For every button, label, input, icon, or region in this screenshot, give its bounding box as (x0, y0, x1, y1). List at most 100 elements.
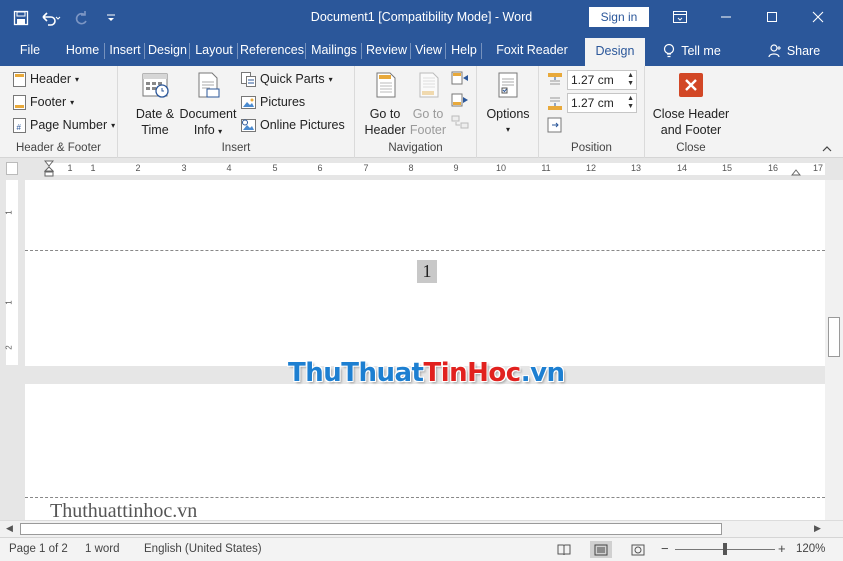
horizontal-scrollbar[interactable]: ◀ ▶ (0, 520, 843, 537)
tab-design[interactable]: Design (145, 36, 190, 66)
vertical-scroll-thumb[interactable] (828, 317, 840, 357)
go-to-footer-button[interactable]: Go to Footer (406, 70, 450, 138)
zoom-level[interactable]: 120% (796, 543, 825, 555)
ruler-number: 7 (363, 163, 369, 173)
sign-in-button[interactable]: Sign in (589, 7, 649, 27)
go-to-header-button[interactable]: Go to Header (363, 70, 407, 138)
vertical-ruler[interactable]: 1 1 2 (4, 180, 18, 365)
tab-review[interactable]: Review (362, 36, 411, 66)
language-indicator[interactable]: English (United States) (144, 543, 262, 555)
zoom-in-icon[interactable]: + (778, 541, 786, 556)
online-pictures-button[interactable]: Online Pictures (241, 115, 345, 135)
footer-button[interactable]: Footer ▾ (13, 92, 74, 112)
read-mode-icon[interactable] (553, 541, 575, 558)
scroll-left-icon[interactable]: ◀ (6, 523, 13, 534)
customize-qat-icon[interactable] (98, 6, 124, 30)
horizontal-ruler[interactable]: 1 1 2 3 4 5 6 7 8 9 10 11 12 13 14 15 16… (0, 158, 843, 180)
footer-from-bottom-input[interactable]: 1.27 cm ▲ ▼ (567, 93, 637, 113)
document-page-1[interactable]: 1 (25, 180, 825, 366)
document-info-icon (198, 72, 220, 98)
close-x-icon (679, 73, 703, 97)
undo-icon[interactable] (38, 6, 64, 30)
tab-references[interactable]: References (238, 36, 306, 66)
left-indent-marker-icon[interactable] (43, 160, 55, 181)
next-section-icon[interactable] (451, 92, 469, 111)
group-label-header-footer: Header & Footer (15, 142, 101, 154)
ruler-number: 2 (135, 163, 141, 173)
options-button[interactable]: Options ▾ (483, 70, 533, 138)
ruler-number: 11 (541, 163, 551, 173)
footer-icon (13, 94, 26, 110)
header-button[interactable]: Header ▾ (13, 69, 79, 89)
page-number-icon: # (13, 117, 26, 133)
tab-view[interactable]: View (411, 36, 446, 66)
options-icon (498, 72, 518, 98)
page-count[interactable]: Page 1 of 2 (9, 543, 68, 555)
calendar-icon (142, 73, 169, 98)
group-label-close: Close (676, 142, 706, 154)
ruler-number: 13 (630, 163, 641, 173)
tab-help[interactable]: Help (446, 36, 482, 66)
tab-header-footer-design[interactable]: Design (585, 38, 645, 66)
svg-text:#: # (17, 123, 22, 132)
ribbon-tab-bar: File Home Insert Design Layout Reference… (0, 36, 843, 85)
status-bar: Page 1 of 2 1 word English (United State… (0, 537, 843, 561)
quick-parts-button[interactable]: Quick Parts ▾ (241, 69, 333, 89)
group-label-navigation: Navigation (388, 142, 443, 154)
tab-selector-icon[interactable] (6, 162, 18, 175)
ruler-number: 5 (272, 163, 278, 173)
redo-icon[interactable] (68, 6, 94, 30)
share-label: Share (786, 44, 821, 58)
page-number-button[interactable]: # Page Number ▾ (13, 115, 115, 135)
close-header-footer-button[interactable]: Close Header and Footer (651, 70, 731, 138)
ruler-number: 10 (495, 163, 506, 173)
zoom-out-icon[interactable]: − (661, 541, 669, 556)
tab-layout[interactable]: Layout (190, 36, 238, 66)
tab-file[interactable]: File (10, 36, 50, 66)
word-count[interactable]: 1 word (85, 543, 120, 555)
web-layout-icon[interactable] (627, 541, 649, 558)
ruler-number: 16 (767, 163, 778, 173)
maximize-icon[interactable] (749, 0, 795, 34)
quick-parts-icon (241, 71, 256, 87)
header-from-top-input[interactable]: 1.27 cm ▲ ▼ (567, 70, 637, 90)
collapse-ribbon-icon[interactable] (822, 142, 832, 156)
document-info-button[interactable]: Document Info ▾ (178, 70, 238, 140)
tab-insert[interactable]: Insert (105, 36, 145, 66)
group-close: Close Header and Footer Close (645, 66, 737, 158)
link-to-previous-icon[interactable] (451, 114, 469, 133)
online-pictures-icon (241, 118, 256, 132)
pictures-button[interactable]: Pictures (241, 92, 305, 112)
scroll-right-icon[interactable]: ▶ (814, 523, 821, 534)
header-position-icon (547, 72, 563, 91)
horizontal-scroll-thumb[interactable] (20, 523, 722, 535)
title-bar: Document1 [Compatibility Mode] - Word Si… (0, 0, 843, 36)
page-number-field[interactable]: 1 (417, 260, 437, 283)
ruler-number: 1 (90, 163, 96, 173)
tab-foxit-reader-pdf[interactable]: Foxit Reader PDF (482, 36, 582, 85)
go-to-footer-icon (419, 72, 439, 98)
ruler-number: 2 (4, 345, 14, 350)
insert-alignment-tab-icon[interactable] (547, 117, 563, 136)
right-indent-marker-icon[interactable] (790, 166, 802, 180)
minimize-icon[interactable] (703, 0, 749, 34)
vertical-scrollbar[interactable] (825, 180, 843, 520)
group-header-footer: Header ▾ Footer ▾ # Page Number ▾ Header & … (0, 66, 118, 158)
tab-mailings[interactable]: Mailings (306, 36, 362, 66)
ruler-number: 9 (453, 163, 459, 173)
tell-me-box[interactable]: Tell me (652, 36, 732, 66)
close-icon[interactable] (795, 0, 841, 34)
share-button[interactable]: Share (762, 36, 826, 66)
zoom-slider-thumb[interactable] (723, 543, 727, 555)
tab-home[interactable]: Home (60, 36, 105, 66)
save-icon[interactable] (8, 6, 34, 30)
ribbon-display-options-icon[interactable] (657, 0, 703, 34)
header-icon (13, 71, 26, 87)
print-layout-icon[interactable] (590, 541, 612, 558)
ruler-number: 1 (67, 163, 73, 173)
group-options: Options ▾ (477, 66, 539, 158)
ruler-number: 8 (408, 163, 414, 173)
site-watermark: ThuThuatTinHoc.vn (288, 358, 565, 388)
date-time-button[interactable]: Date & Time (134, 70, 176, 138)
previous-section-icon[interactable] (451, 70, 469, 89)
